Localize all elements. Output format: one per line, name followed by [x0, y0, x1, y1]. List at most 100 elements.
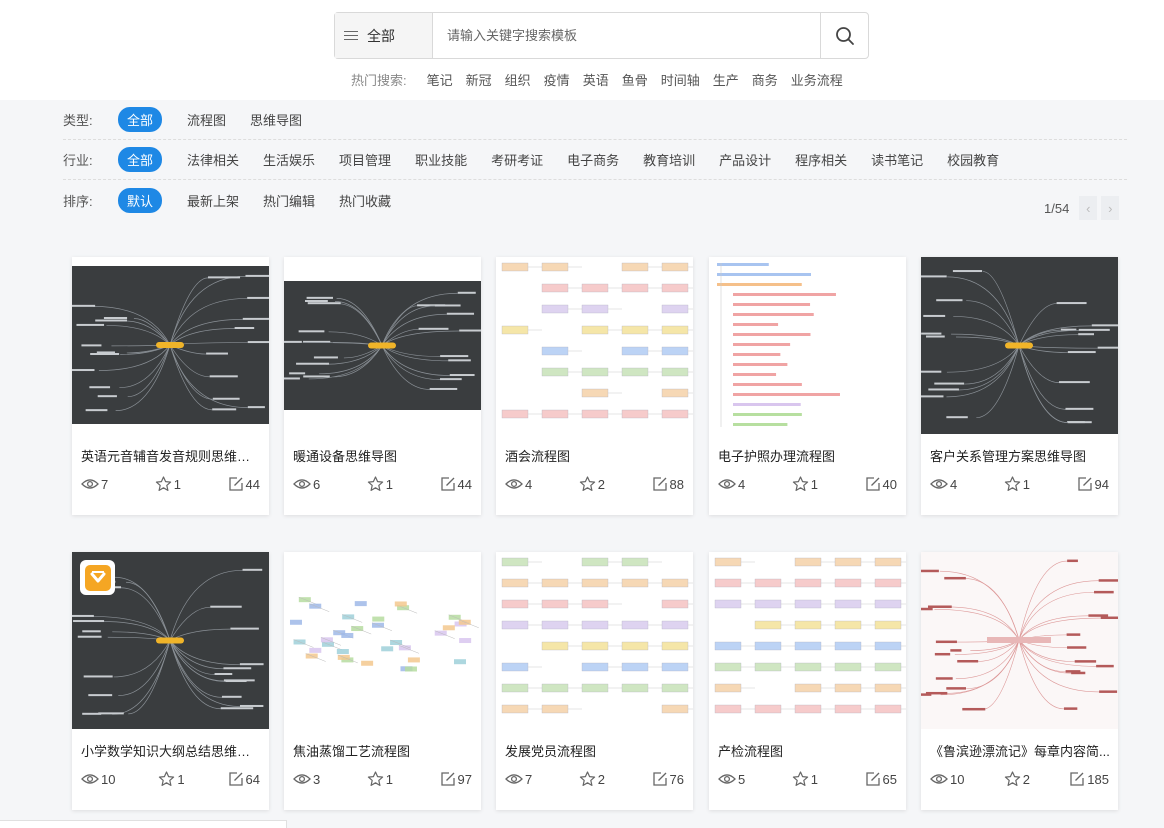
favorite-button[interactable]: 1 — [367, 476, 393, 492]
template-title[interactable]: 酒会流程图 — [505, 446, 685, 465]
template-title[interactable]: 客户关系管理方案思维导图 — [930, 446, 1110, 465]
filter-type: 类型: 全部 流程图 思维导图 — [63, 100, 1127, 140]
views-value: 10 — [101, 771, 116, 787]
stars-value: 2 — [1022, 771, 1030, 787]
favorite-button[interactable]: 1 — [367, 771, 393, 787]
search-bar: 全部 — [334, 12, 869, 59]
template-thumbnail[interactable] — [496, 257, 693, 434]
template-card[interactable]: 焦油蒸馏工艺流程图 3 1 97 — [284, 552, 481, 810]
template-card[interactable]: 《鲁滨逊漂流记》每章内容简... 10 2 185 — [921, 552, 1118, 810]
views-icon — [81, 774, 99, 784]
template-title[interactable]: 产检流程图 — [718, 741, 898, 760]
next-page-button[interactable]: › — [1101, 196, 1120, 220]
edit-button[interactable]: 44 — [440, 476, 472, 492]
hot-keyword[interactable]: 鱼骨 — [622, 70, 648, 89]
filter-industry-option[interactable]: 考研考证 — [491, 150, 543, 169]
favorite-button[interactable]: 2 — [579, 771, 605, 787]
hot-keyword[interactable]: 业务流程 — [791, 70, 843, 89]
views-icon — [718, 479, 736, 489]
edit-button[interactable]: 88 — [652, 476, 684, 492]
views-value: 6 — [313, 476, 321, 492]
template-thumbnail[interactable] — [921, 257, 1118, 434]
views-count: 6 — [293, 477, 320, 492]
star-icon — [367, 476, 383, 491]
template-card[interactable]: 产检流程图 5 1 65 — [709, 552, 906, 810]
template-title[interactable]: 暖通设备思维导图 — [293, 446, 473, 465]
template-card[interactable]: 发展党员流程图 7 2 76 — [496, 552, 693, 810]
edit-icon — [440, 772, 455, 786]
filter-industry-option[interactable]: 电子商务 — [567, 150, 619, 169]
favorite-button[interactable]: 2 — [1004, 771, 1030, 787]
filter-industry-option[interactable]: 职业技能 — [415, 150, 467, 169]
filter-type-option[interactable]: 全部 — [118, 107, 163, 132]
template-title[interactable]: 发展党员流程图 — [505, 741, 685, 760]
template-stats: 6 1 44 — [293, 474, 472, 494]
edit-button[interactable]: 97 — [440, 771, 472, 787]
prev-page-button[interactable]: ‹ — [1079, 196, 1098, 220]
star-icon — [792, 476, 808, 491]
template-card[interactable]: 小学数学知识大纲总结思维导图 10 1 64 — [72, 552, 269, 810]
search-input[interactable] — [433, 13, 820, 58]
filter-type-option[interactable]: 流程图 — [187, 110, 226, 129]
hot-keyword[interactable]: 新冠 — [466, 70, 492, 89]
template-thumbnail[interactable] — [284, 552, 481, 729]
template-card[interactable]: 英语元音辅音发音规则思维导图 7 1 44 — [72, 257, 269, 515]
search-button[interactable] — [820, 13, 868, 58]
filter-industry-option[interactable]: 项目管理 — [339, 150, 391, 169]
filter-sort-option[interactable]: 热门收藏 — [339, 191, 391, 210]
search-scope-select[interactable]: 全部 — [335, 13, 433, 58]
hot-keyword[interactable]: 时间轴 — [661, 70, 700, 89]
template-thumbnail[interactable] — [496, 552, 693, 729]
template-thumbnail[interactable] — [709, 257, 906, 434]
template-title[interactable]: 焦油蒸馏工艺流程图 — [293, 741, 473, 760]
template-thumbnail[interactable] — [709, 552, 906, 729]
filter-industry-option[interactable]: 教育培训 — [643, 150, 695, 169]
favorite-button[interactable]: 1 — [155, 476, 181, 492]
template-title[interactable]: 英语元音辅音发音规则思维导图 — [81, 446, 261, 465]
template-card[interactable]: 酒会流程图 4 2 88 — [496, 257, 693, 515]
edit-button[interactable]: 65 — [865, 771, 897, 787]
favorite-button[interactable]: 1 — [158, 771, 185, 787]
favorite-button[interactable]: 1 — [792, 476, 818, 492]
edit-button[interactable]: 40 — [865, 476, 897, 492]
template-title[interactable]: 《鲁滨逊漂流记》每章内容简... — [930, 741, 1110, 760]
hot-keyword[interactable]: 生产 — [713, 70, 739, 89]
filter-industry-option[interactable]: 读书笔记 — [871, 150, 923, 169]
template-thumbnail[interactable] — [921, 552, 1118, 729]
template-thumbnail[interactable] — [72, 257, 269, 434]
template-title[interactable]: 电子护照办理流程图 — [718, 446, 898, 465]
edit-button[interactable]: 94 — [1077, 476, 1109, 492]
template-stats: 4 1 40 — [718, 474, 897, 494]
favorite-button[interactable]: 1 — [1004, 476, 1030, 492]
hot-keyword[interactable]: 疫情 — [544, 70, 570, 89]
template-card[interactable]: 客户关系管理方案思维导图 4 1 94 — [921, 257, 1118, 515]
filter-industry-option[interactable]: 校园教育 — [947, 150, 999, 169]
edit-button[interactable]: 76 — [652, 771, 684, 787]
template-card[interactable]: 暖通设备思维导图 6 1 44 — [284, 257, 481, 515]
filter-industry-option[interactable]: 生活娱乐 — [263, 150, 315, 169]
hot-keyword[interactable]: 笔记 — [427, 70, 453, 89]
template-title[interactable]: 小学数学知识大纲总结思维导图 — [81, 741, 261, 760]
views-value: 7 — [525, 771, 533, 787]
filter-sort-option[interactable]: 默认 — [118, 187, 163, 213]
filter-industry-option[interactable]: 法律相关 — [187, 150, 239, 169]
favorite-button[interactable]: 2 — [579, 476, 605, 492]
filter-industry-option[interactable]: 全部 — [118, 147, 163, 172]
filter-type-option[interactable]: 思维导图 — [250, 110, 302, 129]
vip-badge-icon — [80, 560, 115, 595]
edit-button[interactable]: 44 — [228, 476, 260, 492]
filter-industry-option[interactable]: 产品设计 — [719, 150, 771, 169]
filter-sort-option[interactable]: 热门编辑 — [263, 191, 315, 210]
views-value: 3 — [313, 771, 321, 787]
hot-keyword[interactable]: 商务 — [752, 70, 778, 89]
page-indicator: 1/54 — [1044, 200, 1070, 216]
hot-keyword[interactable]: 组织 — [505, 70, 531, 89]
filter-industry-option[interactable]: 程序相关 — [795, 150, 847, 169]
favorite-button[interactable]: 1 — [792, 771, 818, 787]
template-thumbnail[interactable] — [284, 257, 481, 434]
template-card[interactable]: 电子护照办理流程图 4 1 40 — [709, 257, 906, 515]
edit-button[interactable]: 64 — [228, 771, 260, 787]
edit-button[interactable]: 185 — [1069, 771, 1109, 787]
hot-keyword[interactable]: 英语 — [583, 70, 609, 89]
filter-sort-option[interactable]: 最新上架 — [187, 191, 239, 210]
